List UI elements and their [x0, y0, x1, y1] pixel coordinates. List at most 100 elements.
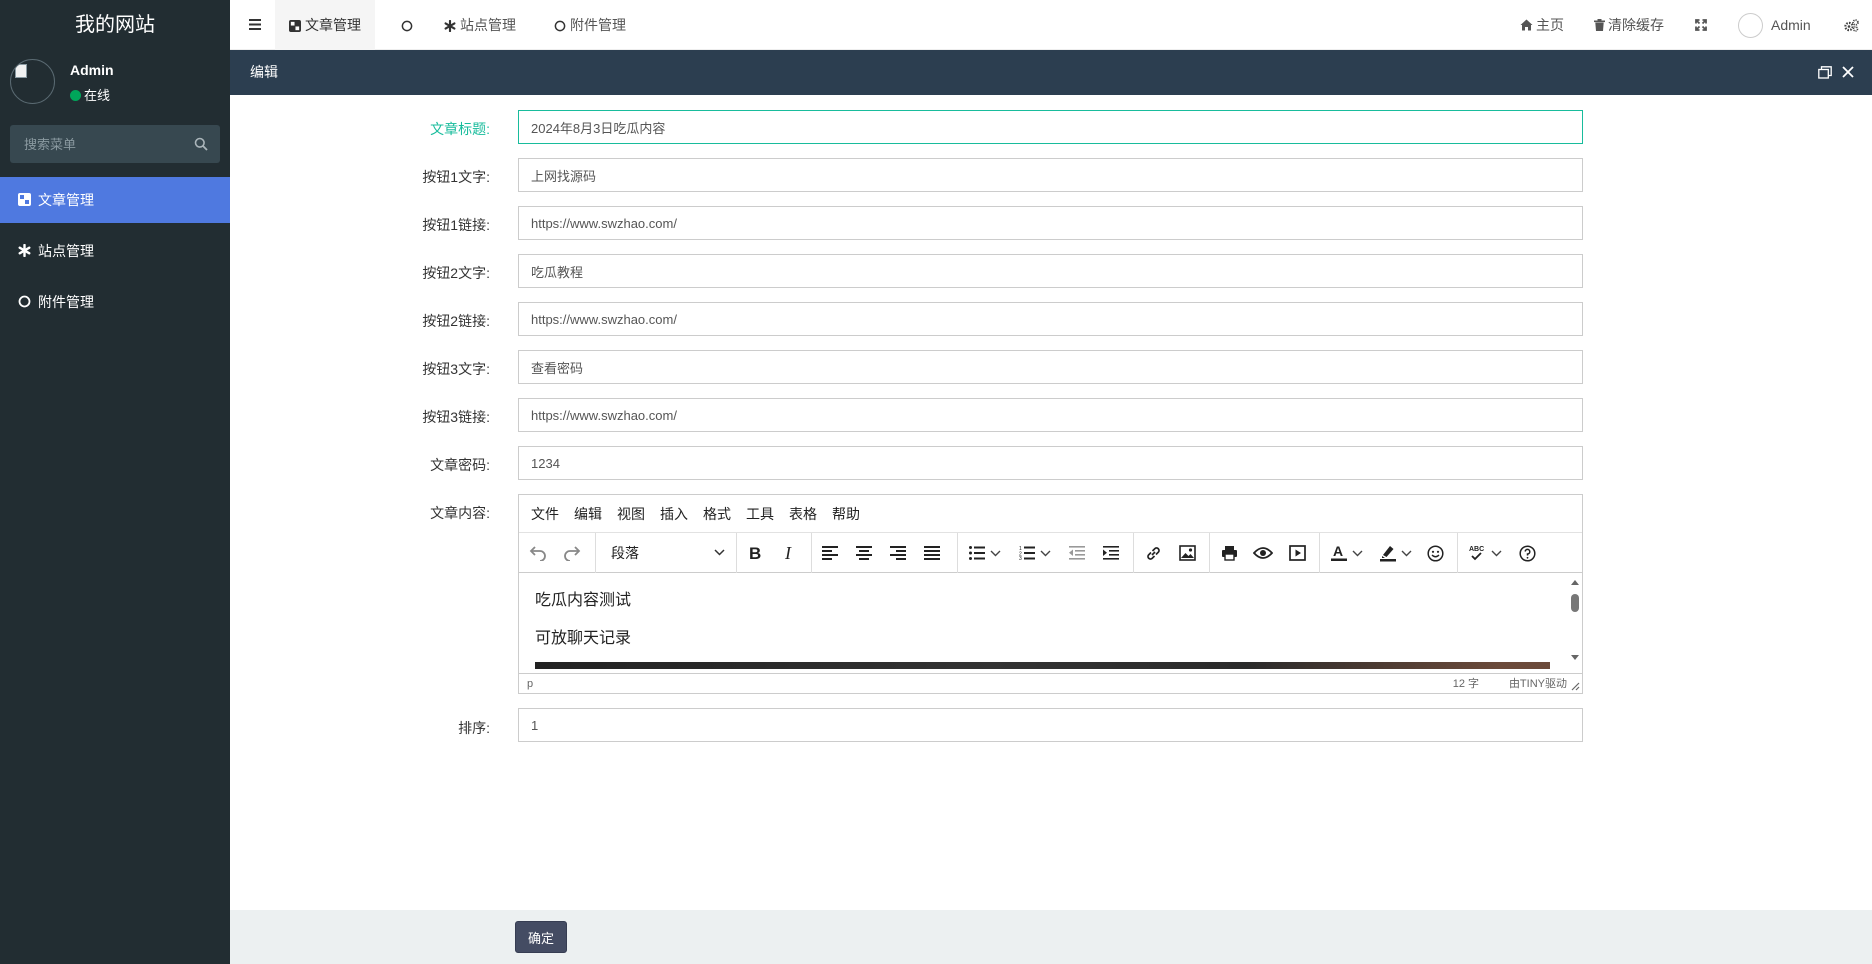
clear-cache-button[interactable]: 清除缓存: [1594, 0, 1664, 50]
resize-handle-icon[interactable]: [1571, 682, 1580, 691]
toolbar-separator: [957, 533, 958, 573]
element-path[interactable]: p: [527, 674, 533, 694]
spellcheck-icon[interactable]: ABC: [1465, 541, 1489, 565]
chevron-down-icon[interactable]: [1350, 541, 1364, 565]
fullscreen-button[interactable]: [1695, 0, 1707, 50]
emoji-icon[interactable]: [1423, 541, 1447, 565]
chevron-down-icon[interactable]: [1038, 541, 1052, 565]
sidebar: 我的网站 Admin 在线 文章管理 站点管理 附件管理: [0, 0, 230, 964]
chevron-down-icon[interactable]: [1399, 541, 1413, 565]
dialog-footer: 确定: [230, 910, 1872, 964]
home-link[interactable]: 主页: [1520, 0, 1564, 50]
close-icon[interactable]: [1838, 62, 1858, 82]
button2-text-input[interactable]: [518, 254, 1583, 288]
word-count[interactable]: 12 字: [1453, 674, 1479, 694]
menu-search: [10, 125, 220, 163]
toolbar-separator: [1457, 533, 1458, 573]
sidebar-item-attachments[interactable]: 附件管理: [0, 279, 230, 325]
dashboard-icon: [18, 193, 31, 206]
hamburger-icon: [249, 19, 261, 30]
editor-menu-help[interactable]: 帮助: [832, 506, 860, 522]
top-navbar: 文章管理 站点管理 附件管理 主页 清除缓存 Admin: [230, 0, 1872, 50]
tab-articles[interactable]: 文章管理: [275, 0, 375, 50]
editor-menu-file[interactable]: 文件: [531, 506, 559, 522]
button3-text-input[interactable]: [518, 350, 1583, 384]
tab-blank[interactable]: [387, 0, 431, 50]
sidebar-item-articles[interactable]: 文章管理: [0, 177, 230, 223]
rich-text-editor: 文件 编辑 视图 插入 格式 工具 表格 帮助 段落 B I 123 A ABC…: [518, 494, 1583, 694]
numbered-list-icon[interactable]: 123: [1015, 541, 1039, 565]
circle-icon: [18, 295, 31, 308]
confirm-button[interactable]: 确定: [515, 921, 567, 953]
toolbar-separator: [1209, 533, 1210, 573]
sort-input[interactable]: [518, 708, 1583, 742]
button2-link-label: 按钮2链接:: [422, 313, 490, 329]
user-name: Admin: [70, 62, 114, 78]
tab-attachments[interactable]: 附件管理: [540, 0, 640, 50]
tab-sites[interactable]: 站点管理: [430, 0, 530, 50]
help-icon[interactable]: [1515, 541, 1539, 565]
align-right-icon[interactable]: [886, 541, 910, 565]
svg-text:B: B: [749, 545, 761, 561]
sidebar-item-sites[interactable]: 站点管理: [0, 228, 230, 274]
chevron-down-icon[interactable]: [988, 541, 1002, 565]
align-left-icon[interactable]: [818, 541, 842, 565]
editor-menu-edit[interactable]: 编辑: [574, 506, 602, 522]
password-input[interactable]: [518, 446, 1583, 480]
button1-link-input[interactable]: [518, 206, 1583, 240]
tab-label: 文章管理: [305, 17, 361, 33]
user-menu[interactable]: Admin: [1738, 0, 1811, 50]
site-logo[interactable]: 我的网站: [0, 0, 230, 50]
menu-search-input[interactable]: [10, 125, 180, 163]
link-icon[interactable]: [1141, 541, 1165, 565]
editor-scrollbar[interactable]: [1570, 579, 1580, 661]
indent-icon[interactable]: [1099, 541, 1123, 565]
title-input[interactable]: [518, 110, 1583, 144]
bullet-list-icon[interactable]: [965, 541, 989, 565]
button2-link-input[interactable]: [518, 302, 1583, 336]
button3-text-label: 按钮3文字:: [422, 361, 490, 377]
online-status-icon: [70, 90, 81, 101]
image-icon[interactable]: [1175, 541, 1199, 565]
search-icon[interactable]: [194, 137, 208, 151]
toolbar-separator: [1133, 533, 1134, 573]
preview-icon[interactable]: [1251, 541, 1275, 565]
clear-cache-label: 清除缓存: [1608, 17, 1664, 33]
asterisk-icon: [18, 244, 31, 257]
bold-icon[interactable]: B: [743, 541, 767, 565]
editor-content[interactable]: 吃瓜内容测试 可放聊天记录: [519, 574, 1582, 669]
button1-text-label: 按钮1文字:: [422, 169, 490, 185]
align-center-icon[interactable]: [852, 541, 876, 565]
chevron-down-icon: [714, 549, 725, 556]
editor-menu-view[interactable]: 视图: [617, 506, 645, 522]
circle-icon: [401, 20, 413, 32]
content-image: [535, 662, 1550, 669]
editor-menu-format[interactable]: 格式: [703, 506, 731, 522]
editor-menu-table[interactable]: 表格: [789, 506, 817, 522]
svg-text:I: I: [784, 545, 792, 561]
undo-icon[interactable]: [526, 541, 550, 565]
text-color-icon[interactable]: A: [1327, 541, 1351, 565]
button3-link-input[interactable]: [518, 398, 1583, 432]
editor-menu-tools[interactable]: 工具: [746, 506, 774, 522]
content-paragraph: 吃瓜内容测试: [535, 592, 632, 609]
sidebar-item-label: 站点管理: [38, 243, 94, 259]
align-justify-icon[interactable]: [920, 541, 944, 565]
sidebar-toggle-button[interactable]: [240, 0, 270, 50]
button1-text-input[interactable]: [518, 158, 1583, 192]
user-avatar: [10, 59, 55, 104]
settings-button[interactable]: [1844, 0, 1859, 50]
powered-by[interactable]: 由TINY驱动: [1509, 674, 1567, 694]
redo-icon[interactable]: [560, 541, 584, 565]
maximize-icon[interactable]: [1818, 66, 1832, 79]
chevron-down-icon[interactable]: [1489, 541, 1503, 565]
dialog-title-bar: 编辑: [230, 50, 1872, 95]
svg-text:3: 3: [1019, 556, 1022, 560]
block-format-select[interactable]: 段落: [601, 541, 731, 565]
editor-menu-insert[interactable]: 插入: [660, 506, 688, 522]
print-icon[interactable]: [1217, 541, 1241, 565]
media-icon[interactable]: [1285, 541, 1309, 565]
highlight-color-icon[interactable]: [1376, 541, 1400, 565]
outdent-icon[interactable]: [1065, 541, 1089, 565]
italic-icon[interactable]: I: [777, 541, 801, 565]
